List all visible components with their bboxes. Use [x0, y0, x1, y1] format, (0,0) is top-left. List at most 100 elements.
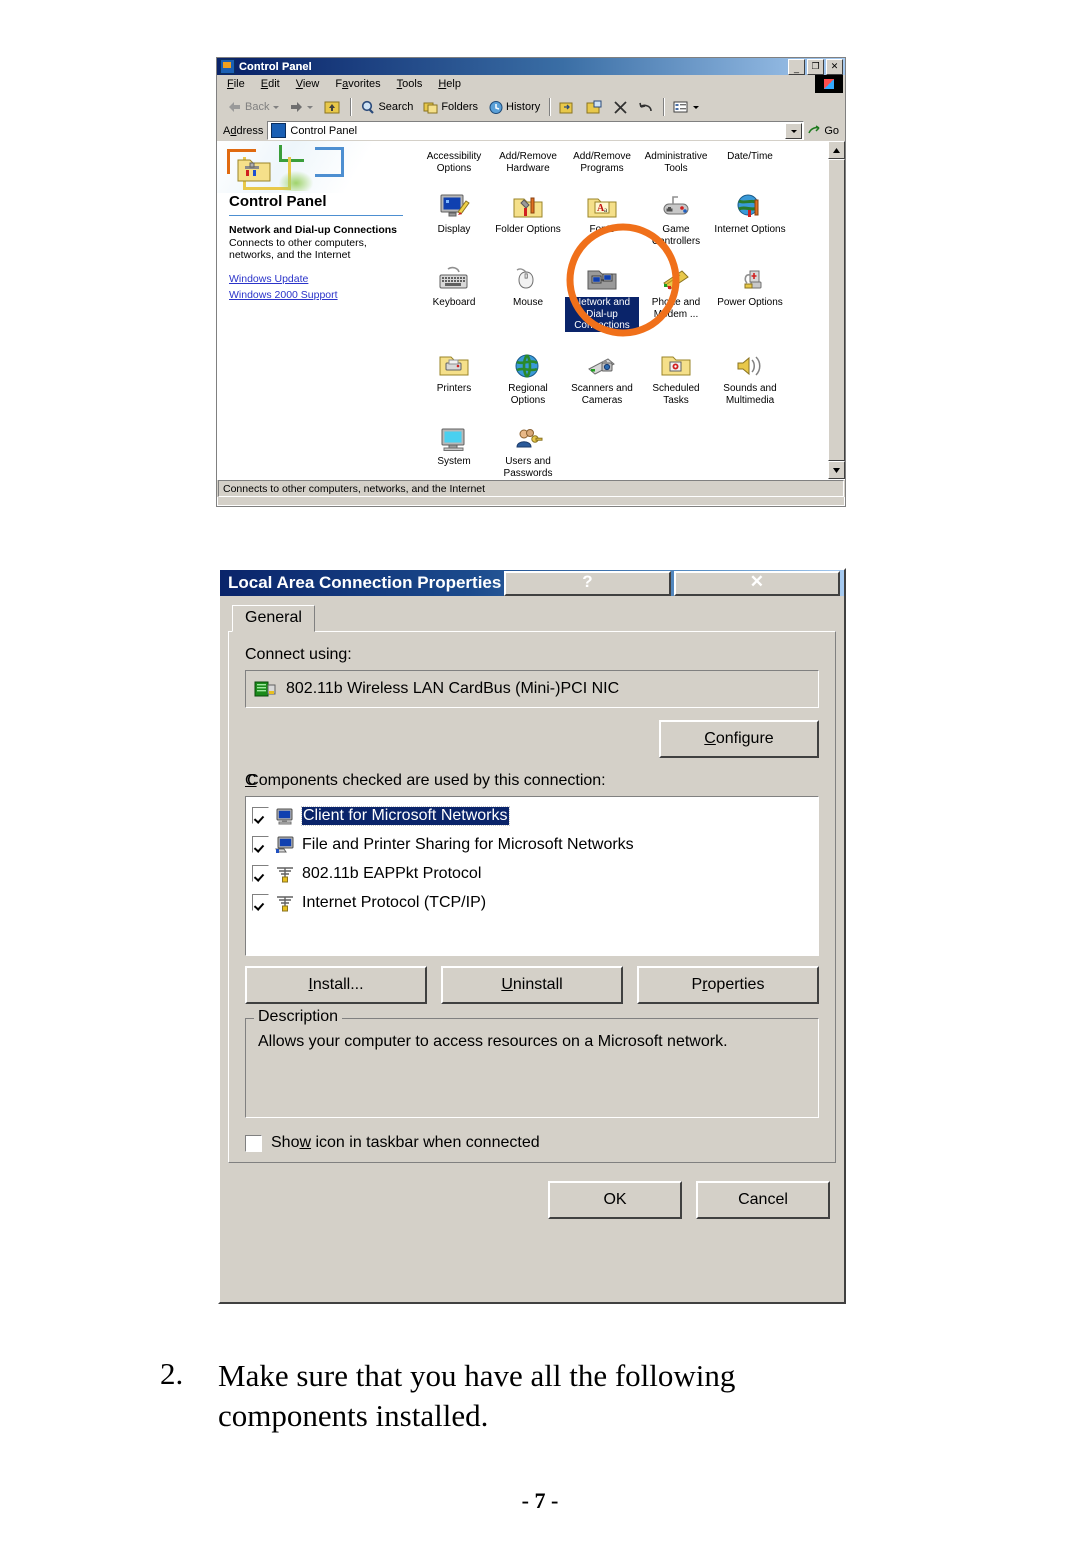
general-tab-pane: Connect using: 802.11b Wireless LAN Card… — [228, 631, 836, 1163]
cp-item-users-and-passwords[interactable]: Users and Passwords — [491, 420, 565, 479]
sidebar-divider — [229, 215, 403, 216]
cp-item-network-and-dialup-connections[interactable]: Network and Dial-up Connections — [565, 261, 639, 333]
menu-file[interactable]: File — [227, 78, 245, 90]
folders-button[interactable]: Folders — [418, 96, 483, 118]
component-row[interactable]: File and Printer Sharing for Microsoft N… — [249, 830, 815, 859]
cp-item-scheduled-tasks[interactable]: Scheduled Tasks — [639, 347, 713, 406]
sidebar-links: Windows Update Windows 2000 Support — [217, 261, 413, 301]
menu-view[interactable]: View — [296, 78, 320, 90]
cp-item-display[interactable]: Display — [417, 188, 491, 247]
cp-item-folder-options[interactable]: Folder Options — [491, 188, 565, 247]
cp-item-scanners-and-cameras[interactable]: Scanners and Cameras — [565, 347, 639, 406]
address-dropdown-button[interactable] — [785, 123, 803, 139]
sidebar-selected-desc: Connects to other computers, networks, a… — [229, 237, 367, 261]
component-row[interactable]: 802.11b EAPPkt Protocol — [249, 859, 815, 888]
properties-button[interactable]: Properties — [637, 966, 819, 1004]
menu-help[interactable]: Help — [438, 78, 461, 90]
scroll-down-button[interactable] — [828, 461, 845, 479]
move-to-folder-icon — [559, 102, 573, 113]
icon-label: Date/Time — [727, 151, 773, 162]
printers-icon — [439, 356, 469, 376]
folders-icon — [423, 102, 438, 114]
uninstall-button[interactable]: Uninstall — [441, 966, 623, 1004]
go-button[interactable]: Go — [808, 125, 845, 137]
cp-item-phone-and-modem[interactable]: Phone and Modem ... — [639, 261, 713, 333]
scroll-up-button[interactable] — [828, 141, 845, 159]
undo-button[interactable] — [633, 96, 659, 118]
step-number: 2. — [160, 1356, 184, 1391]
component-row[interactable]: Client for Microsoft Networks — [249, 801, 815, 830]
cp-item-keyboard[interactable]: Keyboard — [417, 261, 491, 333]
icon-label: Sounds and Multimedia — [723, 383, 777, 406]
history-button[interactable]: History — [483, 96, 545, 118]
control-panel-folder-icon — [237, 159, 271, 182]
window-controls: _ ❐ ✕ — [788, 58, 843, 75]
cp-item-date-time[interactable]: Date/Time — [713, 149, 787, 174]
components-listbox[interactable]: Client for Microsoft Networks File and P… — [245, 796, 819, 956]
component-checkbox[interactable] — [252, 836, 269, 853]
control-panel-titlebar: Control Panel _ ❐ ✕ — [217, 58, 845, 75]
cp-item-add-remove-hardware[interactable]: Add/Remove Hardware — [491, 149, 565, 174]
menu-edit[interactable]: Edit — [261, 78, 280, 90]
icon-pane: Accessibility Options Add/Remove Hardwar… — [413, 141, 827, 479]
minimize-button[interactable]: _ — [788, 58, 805, 75]
cp-item-administrative-tools[interactable]: Administrative Tools — [639, 149, 713, 174]
restore-button[interactable]: ❐ — [807, 58, 824, 75]
icon-label: Phone and Modem ... — [651, 297, 701, 320]
cp-item-power-options[interactable]: Power Options — [713, 261, 787, 333]
cp-item-regional-options[interactable]: Regional Options — [491, 347, 565, 406]
show-icon-checkbox[interactable] — [245, 1134, 262, 1152]
icon-row: Accessibility Options Add/Remove Hardwar… — [413, 149, 827, 174]
component-checkbox[interactable] — [252, 807, 269, 824]
cancel-button[interactable]: Cancel — [696, 1181, 830, 1219]
forward-button[interactable] — [284, 96, 318, 118]
close-button[interactable]: ✕ — [826, 58, 843, 75]
component-checkbox[interactable] — [252, 894, 269, 911]
back-button[interactable]: Back — [223, 96, 284, 118]
menu-favorites[interactable]: Favorites — [335, 78, 380, 90]
cp-item-system[interactable]: System — [417, 420, 491, 479]
install-button[interactable]: Install... — [245, 966, 427, 1004]
cp-item-mouse[interactable]: Mouse — [491, 261, 565, 333]
display-icon — [440, 194, 470, 217]
link-windows-update[interactable]: Windows Update — [229, 273, 401, 285]
help-button[interactable]: ? — [504, 570, 671, 596]
menu-tools[interactable]: Tools — [397, 78, 423, 90]
description-legend: Description — [254, 1008, 343, 1026]
cp-item-fonts[interactable]: A a Fonts — [565, 188, 639, 247]
dialog-footer: OK Cancel — [220, 1171, 844, 1231]
cp-item-printers[interactable]: Printers — [417, 347, 491, 406]
search-button[interactable]: Search — [355, 96, 418, 118]
delete-button[interactable] — [608, 96, 633, 118]
up-button[interactable] — [318, 96, 346, 118]
status-text: Connects to other computers, networks, a… — [218, 480, 844, 497]
ok-button[interactable]: OK — [548, 1181, 682, 1219]
icon-label: Power Options — [717, 297, 783, 308]
explorer-sidebar: Control Panel Network and Dial-up Connec… — [217, 141, 413, 479]
link-windows-2000-support[interactable]: Windows 2000 Support — [229, 289, 401, 301]
component-row[interactable]: Internet Protocol (TCP/IP) — [249, 888, 815, 917]
cp-item-internet-options[interactable]: Internet Options — [713, 188, 787, 247]
scroll-thumb[interactable] — [828, 159, 845, 461]
icon-label: Administrative Tools — [644, 151, 708, 174]
toolbar: Back Search Folders History — [217, 94, 845, 120]
show-icon-label: Show icon in taskbar when connected — [271, 1134, 540, 1151]
cp-item-accessibility-options[interactable]: Accessibility Options — [417, 149, 491, 174]
vertical-scrollbar[interactable] — [827, 141, 845, 479]
tab-general[interactable]: General — [232, 605, 315, 632]
cp-item-game-controllers[interactable]: Game Controllers — [639, 188, 713, 247]
show-icon-checkbox-row[interactable]: Show icon in taskbar when connected — [245, 1134, 819, 1152]
move-to-button[interactable] — [554, 96, 581, 118]
configure-button[interactable]: Configure — [659, 720, 819, 758]
component-checkbox[interactable] — [252, 865, 269, 882]
right-arrow-icon — [291, 102, 303, 112]
icon-row: System Users and Passwords — [413, 420, 827, 479]
close-icon[interactable]: ✕ — [673, 570, 841, 596]
address-input[interactable]: Control Panel — [267, 121, 805, 140]
windows-logo-icon — [815, 75, 843, 93]
cp-item-add-remove-programs[interactable]: Add/Remove Programs — [565, 149, 639, 174]
menu-bar: File Edit View Favorites Tools Help — [217, 75, 845, 94]
cp-item-sounds-and-multimedia[interactable]: Sounds and Multimedia — [713, 347, 787, 406]
copy-to-button[interactable] — [581, 96, 608, 118]
views-button[interactable] — [668, 96, 704, 118]
